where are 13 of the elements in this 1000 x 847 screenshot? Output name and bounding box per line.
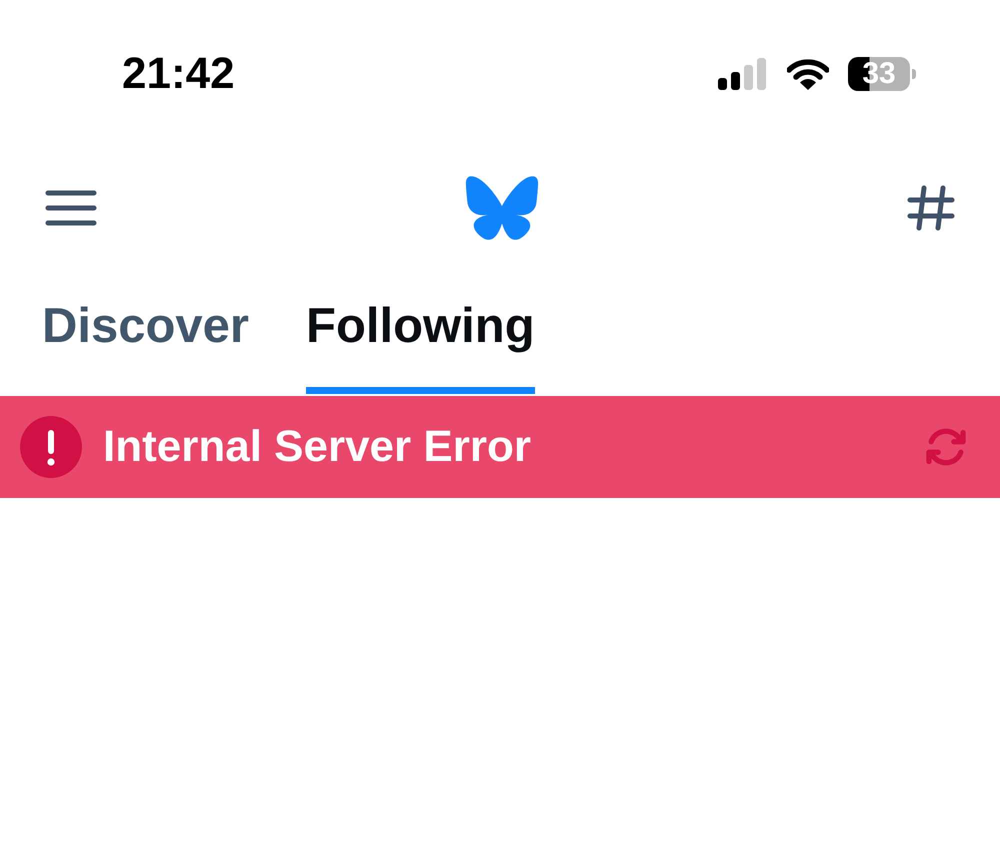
exclamation-icon <box>20 416 82 478</box>
wifi-icon <box>787 58 829 90</box>
error-message: Internal Server Error <box>103 425 531 469</box>
feed-tab[interactable]: Discover <box>42 268 250 354</box>
feeds-button[interactable] <box>907 185 955 231</box>
feed-tab[interactable]: Following <box>306 268 535 394</box>
hashtag-icon <box>907 185 955 231</box>
menu-icon <box>45 190 97 226</box>
butterfly-logo-icon <box>464 175 540 241</box>
menu-button[interactable] <box>45 190 97 226</box>
signal-icon <box>718 58 768 90</box>
refresh-icon <box>925 426 967 468</box>
clock-time: 21:42 <box>122 52 235 96</box>
